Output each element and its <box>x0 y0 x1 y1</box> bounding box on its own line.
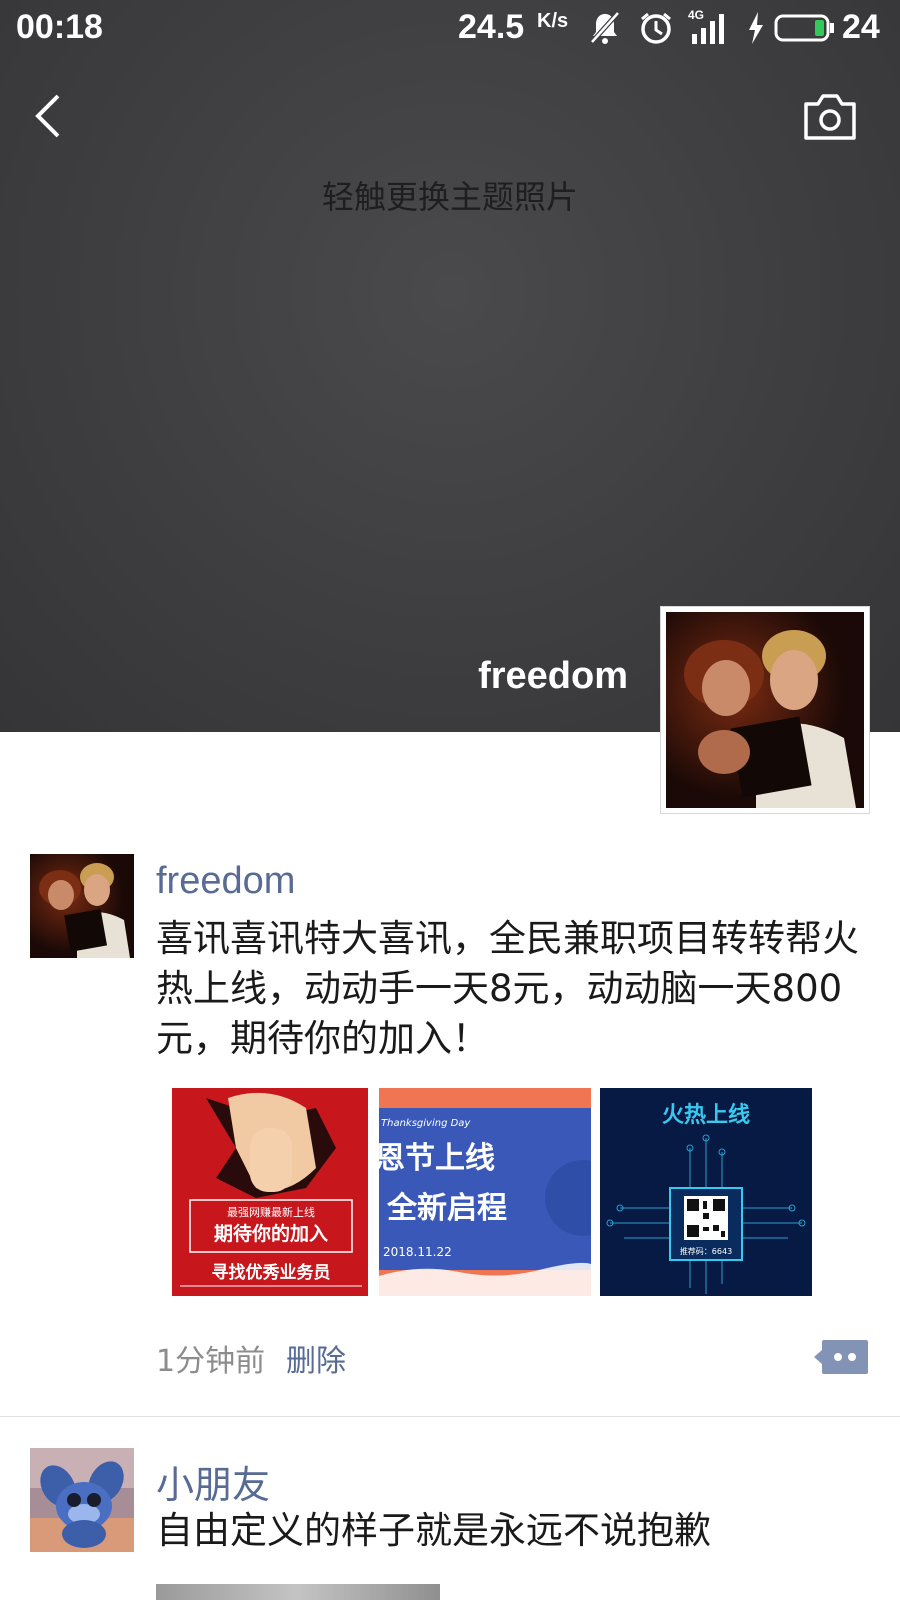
post-image-1[interactable]: 最强网赚最新上线 期待你的加入 寻找优秀业务员 <box>166 1088 378 1296</box>
network-speed: 24.5 <box>458 8 525 46</box>
battery-level: 24 <box>842 8 880 46</box>
avatar-image <box>30 1448 134 1552</box>
poster-text: 推荐码：6643 <box>680 1246 732 1256</box>
charging-icon <box>749 12 763 44</box>
comment-like-button[interactable] <box>814 1338 870 1376</box>
poster-text: 期待你的加入 <box>214 1222 328 1245</box>
post-author-name[interactable]: 小朋友 <box>156 1454 270 1509</box>
poster-image: Thanksgiving Day 恩节上线 全新启程 2018.11.22 <box>379 1088 591 1296</box>
poster-text: 火热上线 <box>662 1102 750 1128</box>
network-speed-unit: K/s <box>537 10 569 32</box>
delete-post-link[interactable]: 删除 <box>286 1336 346 1380</box>
profile-name: freedom <box>478 655 628 697</box>
poster-image: 火热上线 推荐码：6643 <box>600 1088 812 1296</box>
back-arrow-icon <box>35 94 60 138</box>
avatar-image <box>30 854 134 958</box>
status-bar: 00:18 24.5 K/s 4G 24 <box>0 0 900 56</box>
change-cover-hint[interactable]: 轻触更换主题照片 <box>0 172 900 218</box>
alarm-icon <box>641 12 671 44</box>
post-author-avatar[interactable] <box>30 1448 134 1552</box>
post-author-name[interactable]: freedom <box>156 860 295 903</box>
battery-icon <box>774 14 834 42</box>
poster-text: 最强网赚最新上线 <box>227 1205 315 1219</box>
post-text: 自由定义的样子就是永远不说抱歉 <box>156 1509 711 1552</box>
camera-icon <box>804 94 856 140</box>
post-timestamp: 1分钟前 <box>156 1344 266 1379</box>
poster-text: 2018.11.22 <box>383 1245 452 1259</box>
post-image-1[interactable] <box>156 1584 440 1600</box>
avatar-image <box>666 612 864 808</box>
poster-image: 最强网赚最新上线 期待你的加入 寻找优秀业务员 <box>166 1088 378 1296</box>
status-time: 00:18 <box>16 8 103 46</box>
poster-text: 恩节上线 <box>379 1141 495 1176</box>
more-actions-icon <box>814 1340 868 1374</box>
post-text: 喜讯喜讯特大喜讯，全民兼职项目转转帮火热上线，动动手一天8元，动动脑一天800元… <box>156 917 859 1060</box>
moment-post: 小朋友 自由定义的样子就是永远不说抱歉 <box>0 1418 900 1600</box>
post-author-avatar[interactable] <box>30 854 134 958</box>
moment-post: freedom 喜讯喜讯特大喜讯，全民兼职项目转转帮火热上线，动动手一天8元，动… <box>0 850 900 1417</box>
camera-button[interactable] <box>800 90 860 142</box>
post-image-3[interactable]: 火热上线 推荐码：6643 <box>600 1088 812 1296</box>
mute-icon <box>590 11 620 44</box>
poster-text: 寻找优秀业务员 <box>212 1262 331 1283</box>
poster-text: 全新启程 <box>386 1191 507 1226</box>
poster-text: Thanksgiving Day <box>381 1118 471 1129</box>
back-button[interactable] <box>26 88 76 144</box>
profile-avatar[interactable] <box>660 606 870 814</box>
post-image-2[interactable]: Thanksgiving Day 恩节上线 全新启程 2018.11.22 <box>379 1088 591 1296</box>
signal-label: 4G <box>688 8 705 22</box>
post-divider <box>0 1416 900 1417</box>
